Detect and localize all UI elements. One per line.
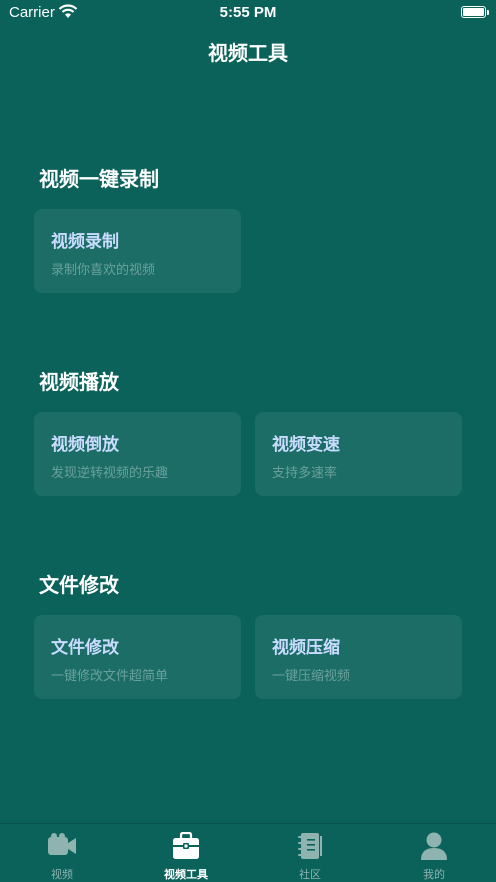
- tab-label: 视频: [51, 868, 73, 881]
- card-subtitle: 发现逆转视频的乐趣: [51, 466, 169, 481]
- card-title: 视频变速: [272, 435, 340, 455]
- video-camera-icon: [47, 832, 77, 860]
- card-video-speed[interactable]: 视频变速 支持多速率: [255, 412, 462, 496]
- tab-video[interactable]: 视频: [0, 824, 124, 882]
- card-title: 文件修改: [51, 638, 119, 658]
- card-title: 视频压缩: [272, 638, 340, 658]
- section-title-file: 文件修改: [39, 573, 119, 597]
- notebook-icon: [295, 832, 325, 860]
- tab-video-tools[interactable]: 视频工具: [124, 824, 248, 882]
- battery-icon: [461, 6, 489, 18]
- card-subtitle: 录制你喜欢的视频: [51, 263, 156, 278]
- toolbox-icon: [171, 831, 201, 860]
- card-video-record[interactable]: 视频录制 录制你喜欢的视频: [34, 209, 241, 293]
- card-subtitle: 支持多速率: [272, 466, 338, 481]
- card-file-modify[interactable]: 文件修改 一键修改文件超简单: [34, 615, 241, 699]
- card-subtitle: 一键压缩视频: [272, 669, 351, 684]
- tab-label: 社区: [299, 868, 321, 881]
- card-video-compress[interactable]: 视频压缩 一键压缩视频: [255, 615, 462, 699]
- section-title-playback: 视频播放: [39, 370, 119, 394]
- tab-mine[interactable]: 我的: [372, 824, 496, 882]
- card-video-reverse[interactable]: 视频倒放 发现逆转视频的乐趣: [34, 412, 241, 496]
- tab-label: 我的: [423, 868, 445, 881]
- page-title: 视频工具: [208, 41, 288, 65]
- tab-bar: 视频 视频工具 社区 我的: [0, 823, 496, 882]
- section-title-record: 视频一键录制: [39, 167, 159, 191]
- clock: 5:55 PM: [219, 4, 277, 21]
- person-icon: [419, 832, 449, 860]
- status-bar: Carrier 5:55 PM: [0, 0, 496, 26]
- tab-label: 视频工具: [164, 868, 208, 881]
- card-subtitle: 一键修改文件超简单: [51, 669, 169, 684]
- card-title: 视频录制: [51, 232, 119, 252]
- tab-community[interactable]: 社区: [248, 824, 372, 882]
- card-title: 视频倒放: [51, 435, 119, 455]
